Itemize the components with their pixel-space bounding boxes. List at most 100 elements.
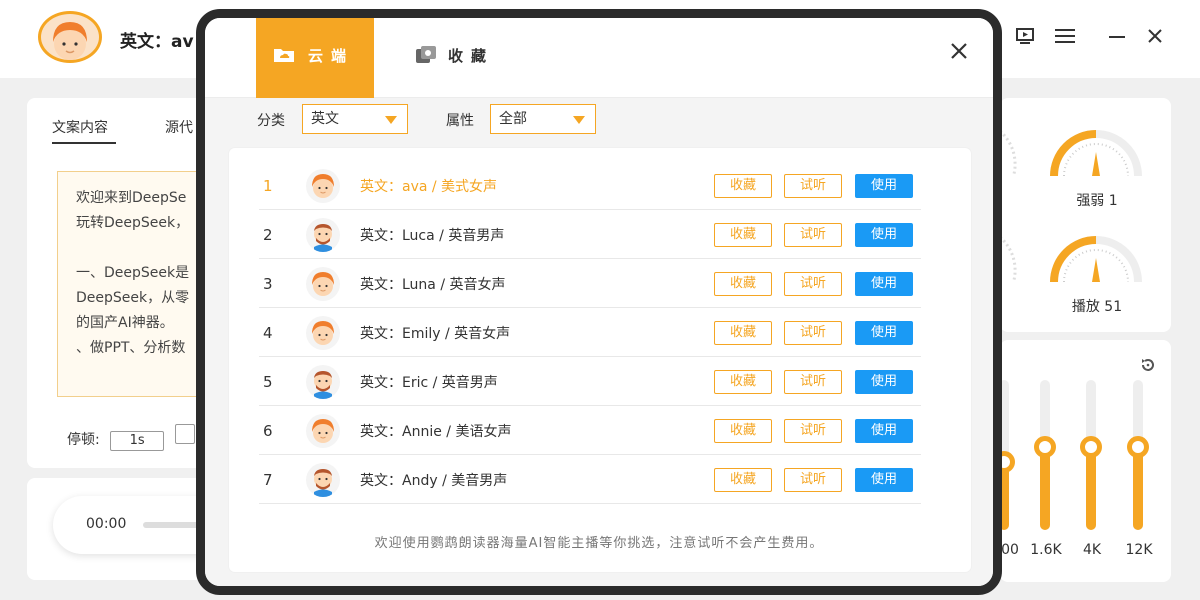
avatar[interactable] [38, 11, 102, 63]
use-button[interactable]: 使用 [855, 223, 913, 247]
use-button[interactable]: 使用 [855, 174, 913, 198]
row-number: 6 [263, 422, 273, 440]
equalizer-panel: 00 1.6K 4K 12K [993, 340, 1171, 582]
voice-avatar [306, 218, 340, 252]
tab-content[interactable]: 文案内容 [52, 117, 108, 137]
tab-cloud-label: 云端 [308, 47, 355, 65]
voice-row[interactable]: 2 英文：Luca / 英音男声 收藏 试听 使用 [259, 211, 921, 259]
strength-label: 强弱 1 [1076, 193, 1118, 209]
voice-row[interactable]: 6 英文：Annie / 美语女声 收藏 试听 使用 [259, 407, 921, 455]
try-listen-button[interactable]: 试听 [784, 321, 842, 345]
dialog-header: 云端 收藏 [205, 18, 993, 98]
favorite-button[interactable]: 收藏 [714, 370, 772, 394]
favorite-button[interactable]: 收藏 [714, 468, 772, 492]
try-listen-button[interactable]: 试听 [784, 370, 842, 394]
voice-row[interactable]: 3 英文：Luna / 英音女声 收藏 试听 使用 [259, 260, 921, 308]
footer-note: 欢迎使用鹦鹉朗读器海量AI智能主播等你挑选，注意试听不会产生费用。 [374, 536, 824, 551]
category-value: 英文 [311, 111, 339, 127]
row-number: 2 [263, 226, 273, 244]
text-line: 一、DeepSeek是 [76, 265, 190, 281]
row-number: 4 [263, 324, 273, 342]
use-button[interactable]: 使用 [855, 370, 913, 394]
tab-favorites[interactable]: 收藏 [415, 18, 525, 98]
try-listen-button[interactable]: 试听 [784, 272, 842, 296]
eq-fill [1133, 447, 1143, 530]
text-line: DeepSeek，从零 [76, 290, 190, 306]
voice-row[interactable]: 5 英文：Eric / 英音男声 收藏 试听 使用 [259, 358, 921, 406]
voice-avatar [306, 169, 340, 203]
voice-avatar [306, 463, 340, 497]
pause-row: 停顿: 1s [67, 424, 195, 451]
voice-name: 英文：Luca / 英音男声 [360, 228, 505, 244]
tab-favorites-label: 收藏 [448, 47, 495, 65]
voice-name: 英文：ava / 美式女声 [360, 179, 498, 195]
voice-name: 英文：Luna / 英音女声 [360, 277, 506, 293]
use-button[interactable]: 使用 [855, 321, 913, 345]
voice-title: 英文：av [120, 32, 194, 52]
use-button[interactable]: 使用 [855, 468, 913, 492]
favorite-button[interactable]: 收藏 [714, 419, 772, 443]
row-number: 5 [263, 373, 273, 391]
voice-avatar [306, 365, 340, 399]
reset-icon[interactable] [1139, 356, 1157, 374]
text-line: 、做PPT、分析数 [76, 340, 186, 356]
tab-cloud[interactable]: 云端 [256, 18, 374, 98]
favorite-button[interactable]: 收藏 [714, 272, 772, 296]
tab-source[interactable]: 源代 [165, 117, 193, 137]
eq-slider[interactable] [1127, 380, 1149, 530]
pause-label: 停顿: [67, 432, 100, 448]
pause-value-button[interactable]: 1s [110, 431, 165, 451]
voice-name: 英文：Emily / 英音女声 [360, 326, 511, 342]
chevron-down-icon [573, 116, 585, 124]
category-select[interactable]: 英文 [302, 104, 408, 134]
voice-list: 1 英文：ava / 美式女声 收藏 试听 使用 2 英文：Luca / 英音男声 收藏 试听使… [229, 148, 971, 572]
eq-label: 4K [1082, 542, 1102, 558]
attribute-label: 属性 [446, 113, 474, 129]
text-line: 欢迎来到DeepSe [76, 190, 187, 206]
voice-row[interactable]: 4 英文：Emily / 英音女声 收藏 试听 使用 [259, 309, 921, 357]
voice-name: 英文：Andy / 美音男声 [360, 473, 508, 489]
pause-option-button[interactable] [174, 424, 195, 444]
try-listen-button[interactable]: 试听 [784, 419, 842, 443]
text-line: 的国产AI神器。 [76, 315, 174, 331]
playback-label: 播放 51 [1071, 299, 1123, 315]
voice-row[interactable]: 7 英文：Andy / 美音男声 收藏 试听 使用 [259, 456, 921, 504]
eq-fill [1040, 447, 1050, 530]
minimize-icon[interactable] [1104, 26, 1130, 52]
voice-row[interactable]: 1 英文：ava / 美式女声 收藏 试听 使用 [259, 162, 921, 210]
voice-avatar [306, 414, 340, 448]
attribute-select[interactable]: 全部 [490, 104, 596, 134]
cloud-folder-icon [273, 45, 295, 69]
try-listen-button[interactable]: 试听 [784, 174, 842, 198]
playback-gauge[interactable] [1046, 226, 1146, 286]
voice-avatar [306, 267, 340, 301]
eq-knob[interactable] [1127, 436, 1149, 458]
eq-fill [1086, 447, 1096, 530]
window-controls [1000, 26, 1200, 54]
use-button[interactable]: 使用 [855, 272, 913, 296]
eq-slider[interactable] [1034, 380, 1056, 530]
category-label: 分类 [257, 113, 285, 129]
voice-picker-dialog: 云端 收藏 分类 英文 属性 全部 1 英文：ava / 美式女声 收藏 试听 使用 2 英… [196, 9, 1002, 595]
close-icon[interactable] [1142, 26, 1168, 52]
eq-slider[interactable] [1080, 380, 1102, 530]
use-button[interactable]: 使用 [855, 419, 913, 443]
favorite-button[interactable]: 收藏 [714, 321, 772, 345]
tab-active-indicator [52, 142, 116, 144]
time-label: 00:00 [86, 516, 127, 532]
strength-gauge[interactable] [1046, 120, 1146, 180]
try-listen-button[interactable]: 试听 [784, 468, 842, 492]
text-line: 玩转DeepSeek， [76, 215, 190, 231]
screen-icon[interactable] [1012, 26, 1038, 52]
menu-icon[interactable] [1052, 26, 1078, 52]
favorite-button[interactable]: 收藏 [714, 223, 772, 247]
dialog-close-button[interactable] [947, 42, 971, 66]
effect-panel: 强弱 1 播放 51 [995, 98, 1171, 332]
favorites-icon [415, 45, 437, 69]
eq-knob[interactable] [1080, 436, 1102, 458]
eq-knob[interactable] [1034, 436, 1056, 458]
eq-label: 12K [1125, 542, 1153, 558]
favorite-button[interactable]: 收藏 [714, 174, 772, 198]
row-number: 1 [263, 177, 273, 195]
try-listen-button[interactable]: 试听 [784, 223, 842, 247]
